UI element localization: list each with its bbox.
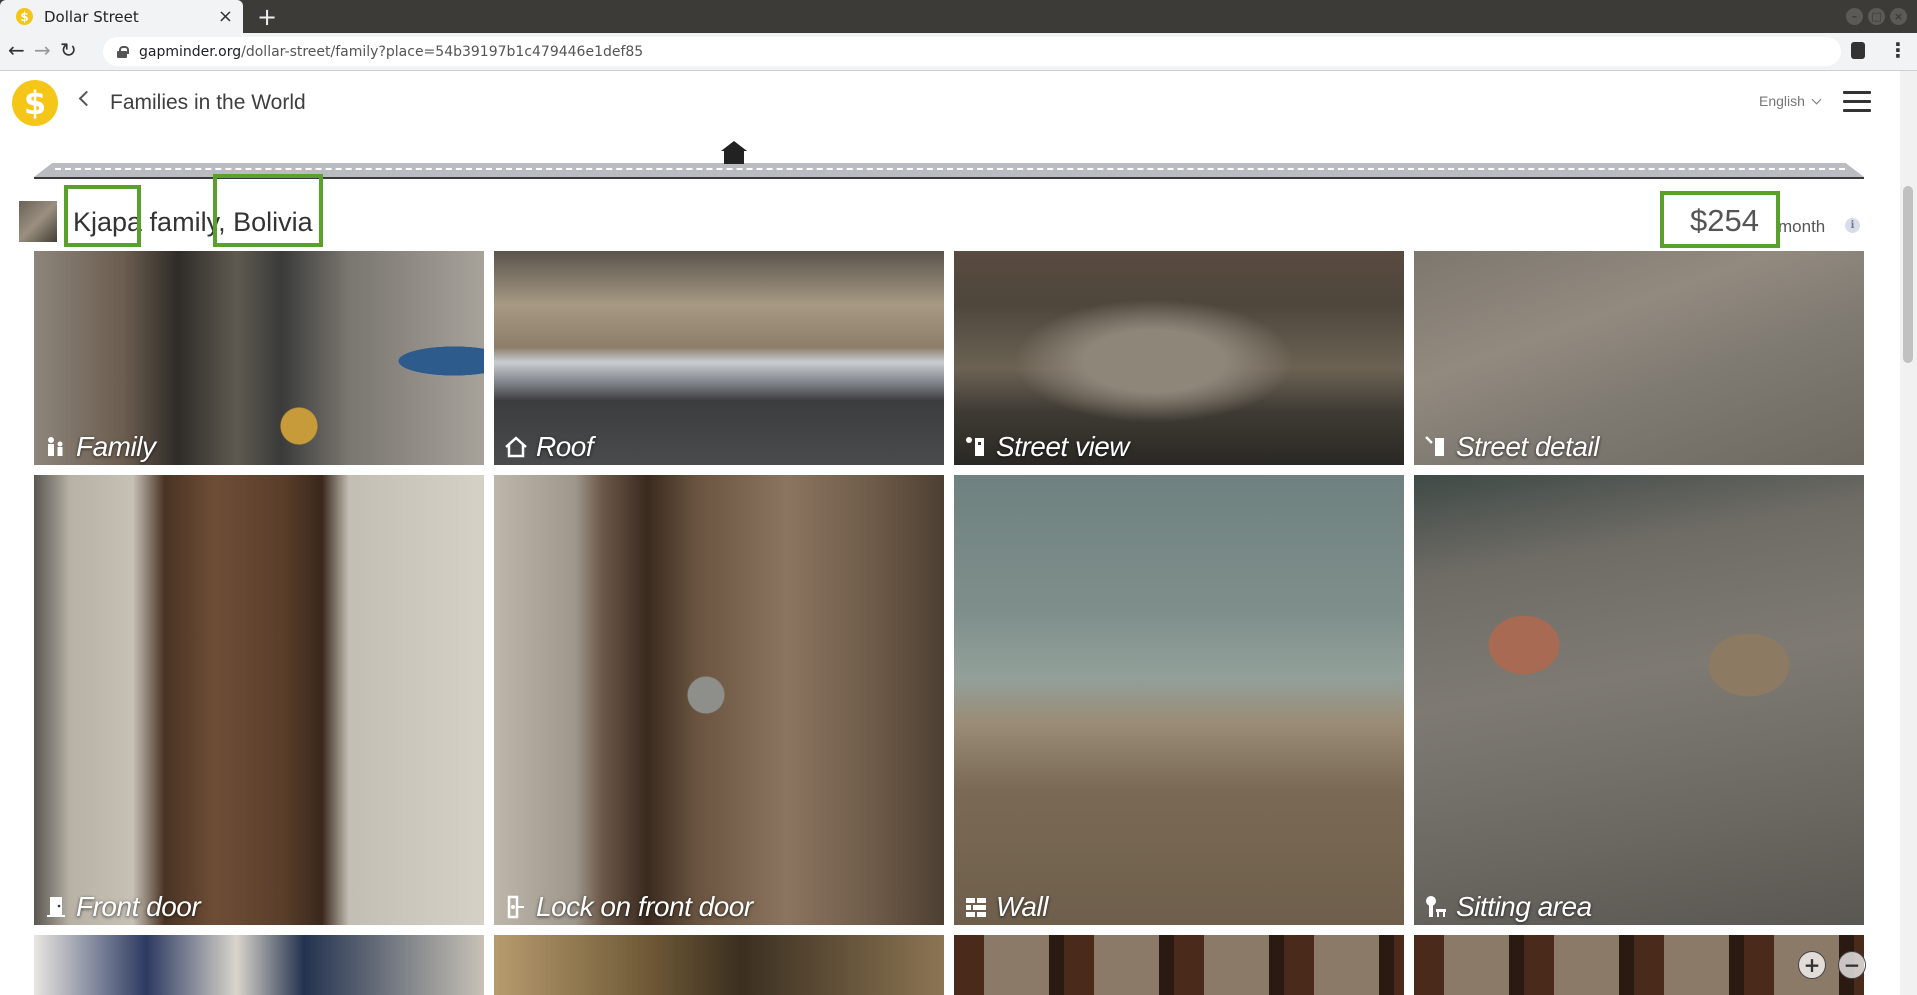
photo-tile-wall[interactable]: Wall: [954, 475, 1404, 925]
page-title[interactable]: Families in the World: [110, 91, 306, 115]
family-icon: [48, 437, 63, 456]
browser-menu-icon[interactable]: ⋮: [1888, 38, 1908, 62]
new-tab-button[interactable]: +: [257, 3, 277, 31]
browser-toolbar: ← → ↻ gapminder.org/dollar-street/family…: [0, 33, 1917, 71]
dollar-street-favicon-icon: $: [16, 8, 33, 25]
street-detail-icon: [1425, 436, 1444, 456]
tile-label: Front door: [44, 891, 201, 923]
photo-tile[interactable]: [34, 935, 484, 995]
wall-icon: [966, 898, 986, 917]
tile-label: Street detail: [1424, 431, 1599, 463]
browser-tab[interactable]: $ Dollar Street ×: [0, 0, 243, 33]
photo-tile-family[interactable]: Family: [34, 251, 484, 465]
photo-tile-front-door[interactable]: Front door: [34, 475, 484, 925]
photo-tile[interactable]: [494, 935, 944, 995]
close-tab-icon[interactable]: ×: [218, 6, 233, 27]
tile-label: Sitting area: [1424, 891, 1592, 923]
highlight-box-country: [213, 174, 323, 247]
maximize-window-button[interactable]: □: [1868, 8, 1885, 25]
extension-icon[interactable]: [1851, 42, 1865, 59]
minimize-window-button[interactable]: –: [1846, 8, 1863, 25]
tile-label: Wall: [964, 891, 1048, 923]
dollar-street-page: $ Families in the World English Kjapa fa…: [0, 71, 1900, 995]
tab-title: Dollar Street: [44, 7, 139, 26]
photo-tile-lock-on-front-door[interactable]: Lock on front door: [494, 475, 944, 925]
highlight-box-family-name: [64, 185, 141, 247]
photo-tile-street-view[interactable]: Street view: [954, 251, 1404, 465]
browser-tab-strip: $ Dollar Street × + – □ ×: [0, 0, 1917, 33]
photo-tile-sitting-area[interactable]: Sitting area: [1414, 475, 1864, 925]
back-arrow-icon[interactable]: ←: [8, 38, 25, 62]
page-scrollbar[interactable]: [1900, 71, 1917, 995]
close-window-button[interactable]: ×: [1890, 8, 1907, 25]
front-door-icon: [47, 897, 65, 917]
lock-icon: [507, 895, 524, 919]
address-bar[interactable]: gapminder.org/dollar-street/family?place…: [103, 37, 1841, 66]
forward-arrow-icon[interactable]: →: [34, 38, 51, 62]
window-controls: – □ ×: [1846, 8, 1907, 25]
photo-tile[interactable]: [954, 935, 1404, 995]
street-view-icon: [966, 437, 984, 456]
family-avatar[interactable]: [19, 201, 57, 242]
income-period: month: [1778, 217, 1826, 236]
highlight-box-income: [1660, 191, 1780, 248]
tile-label: Street view: [964, 431, 1130, 463]
zoom-out-button[interactable]: −: [1838, 951, 1866, 979]
tile-label: Roof: [504, 431, 594, 463]
chevron-down-icon: [1811, 94, 1822, 104]
roof-icon: [505, 436, 527, 458]
house-marker-icon[interactable]: [721, 141, 747, 164]
scrollbar-thumb[interactable]: [1903, 186, 1913, 363]
photo-tile-roof[interactable]: Roof: [494, 251, 944, 465]
lock-icon[interactable]: [117, 45, 129, 58]
info-icon[interactable]: i: [1845, 218, 1860, 233]
dollar-street-logo-icon[interactable]: $: [12, 80, 58, 126]
tile-label: Family: [44, 431, 156, 463]
tile-label: Lock on front door: [504, 891, 753, 923]
photo-tile-street-detail[interactable]: Street detail: [1414, 251, 1864, 465]
language-label: English: [1759, 93, 1805, 109]
back-chevron-icon[interactable]: [78, 90, 95, 107]
url-text: gapminder.org/dollar-street/family?place…: [139, 43, 644, 60]
photo-tile[interactable]: [1414, 935, 1864, 995]
zoom-in-button[interactable]: +: [1798, 951, 1826, 979]
language-selector[interactable]: English: [1759, 93, 1822, 109]
hamburger-menu-icon[interactable]: [1843, 91, 1871, 113]
sitting-area-icon: [1426, 896, 1446, 917]
reload-icon[interactable]: ↻: [60, 38, 77, 62]
street-center-line: [55, 168, 1845, 170]
